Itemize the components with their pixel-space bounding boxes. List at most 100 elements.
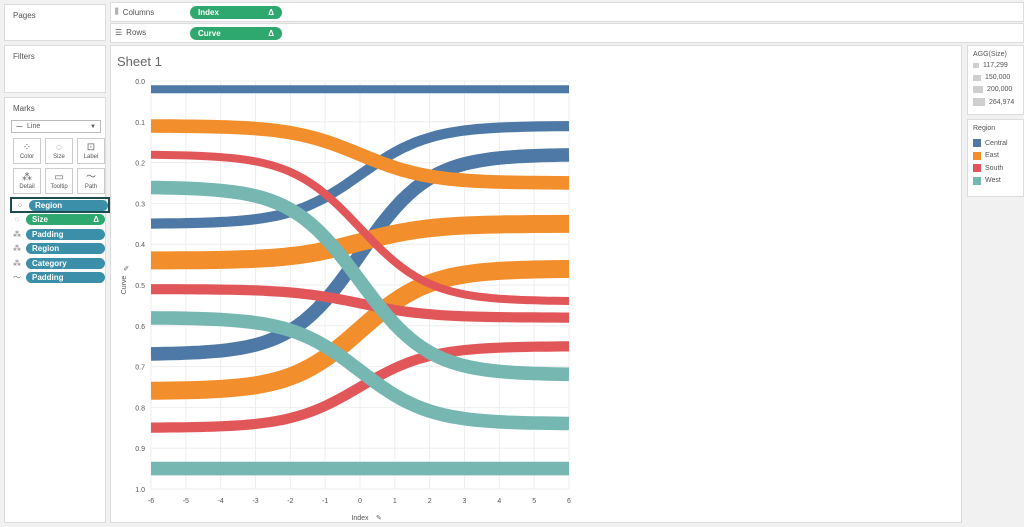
rows-label: Rows (126, 28, 147, 37)
color-legend-item-west[interactable]: West (973, 176, 1001, 185)
y-tick-label: 0.6 (135, 324, 145, 331)
mark-type-dropdown[interactable]: ⁓ Line ▼ (11, 120, 101, 133)
size-swatch (973, 63, 979, 68)
size-legend-item[interactable]: 117,299 (973, 62, 1008, 69)
field-pill[interactable]: Size Δ (26, 214, 105, 225)
color-mark-button[interactable]: ⁘ Color (13, 138, 41, 164)
size-legend-item[interactable]: 200,000 (973, 86, 1012, 93)
x-axis-label: Index (351, 515, 369, 522)
y-axis-label: Curve (121, 276, 128, 295)
mark-button-label: Color (19, 154, 35, 160)
marks-card[interactable]: Marks ⁓ Line ▼ ⁘ Color ◌ Size ⊡ Label ⁂ Detail ▭… (4, 97, 110, 523)
color-legend-label: East (985, 152, 1000, 159)
color-legend-item-south[interactable]: South (973, 164, 1003, 172)
size-legend-item[interactable]: 150,000 (973, 74, 1010, 81)
x-tick-label: -4 (218, 498, 224, 505)
field-pill-label: Category (32, 258, 67, 268)
mark-button-label: Detail (19, 184, 35, 190)
worksheet[interactable]: -6 -5 -4 -3 -2 -1 0 1 2 3 4 5 6 0.0 0.1 0.2 0.3 0.4 0.5 0.6… (110, 45, 962, 523)
pages-panel[interactable]: Pages (4, 4, 106, 41)
size-swatch (973, 98, 985, 106)
x-tick-label: -1 (322, 498, 328, 505)
delta-icon: Δ (268, 29, 274, 38)
mark-button-label: Tooltip (50, 184, 68, 190)
pages-title: Pages (13, 11, 36, 20)
size-mark-button[interactable]: ◌ Size (45, 138, 73, 164)
tooltip-mark-button[interactable]: ▭ Tooltip (45, 168, 73, 194)
size-legend-label: 117,299 (983, 62, 1008, 69)
y-tick-label: 0.0 (135, 79, 145, 86)
chevron-down-icon: ▼ (90, 123, 96, 130)
y-tick-label: 0.5 (135, 283, 145, 290)
columns-icon: ⫼ (115, 7, 119, 16)
color-legend-item-east[interactable]: East (973, 151, 1000, 160)
y-tick-label: 1.0 (135, 487, 145, 494)
path-icon: 〜 (86, 172, 96, 183)
x-tick-label: -2 (287, 498, 293, 505)
delta-icon: Δ (268, 8, 274, 17)
mark-field-detail-category[interactable]: ⁂ Category (11, 257, 105, 269)
size-swatch (973, 86, 983, 93)
x-tick-label: 2 (428, 498, 432, 505)
filters-title: Filters (13, 52, 35, 61)
y-tick-label: 0.4 (135, 242, 145, 249)
y-tick-label: 0.8 (135, 405, 145, 412)
color-legend-label: South (985, 164, 1004, 172)
x-tick-label: -3 (252, 498, 258, 505)
mark-button-label: Path (84, 184, 98, 190)
x-tick-label: 4 (497, 498, 501, 505)
mark-field-detail-region[interactable]: ⁂ Region (11, 243, 105, 255)
color-swatch (973, 176, 981, 185)
size-legend[interactable]: AGG(Size) 117,299 150,000 200,000 264,974 (967, 45, 1024, 115)
mark-button-label: Size (53, 154, 65, 160)
size-swatch (973, 74, 981, 81)
color-legend-item-central[interactable]: Central (973, 139, 1008, 147)
line-mark-icon: ⁓ (16, 123, 23, 131)
rows-pill-curve[interactable]: Curve Δ (190, 27, 282, 40)
columns-pill-index[interactable]: Index Δ (190, 6, 282, 19)
filters-panel[interactable]: Filters (4, 45, 106, 93)
size-legend-label: 200,000 (987, 86, 1013, 93)
size-legend-label: 264,974 (989, 98, 1015, 106)
path-mark-button[interactable]: 〜 Path (77, 168, 105, 194)
mark-field-detail-padding[interactable]: ⁂ Padding (11, 228, 105, 240)
rows-shelf[interactable]: ☰ Rows Curve Δ (110, 23, 1024, 43)
field-pill[interactable]: Region (26, 243, 105, 254)
columns-shelf[interactable]: ⫼ Columns Index Δ (110, 2, 1024, 22)
detail-icon: ⁂ (13, 244, 21, 253)
mark-field-path-padding[interactable]: 〜 Padding (11, 272, 105, 284)
color-icon: ⁘ (22, 142, 32, 153)
x-tick-label: 0 (358, 498, 362, 505)
mark-field-size-size[interactable]: ◌ Size Δ (11, 214, 105, 226)
field-pill[interactable]: Category (26, 257, 105, 269)
color-legend-title: Region (973, 125, 996, 132)
x-tick-label: -6 (148, 498, 154, 505)
size-legend-item[interactable]: 264,974 (973, 98, 1014, 106)
field-pill-label: Region (32, 244, 60, 253)
columns-label: Columns (122, 7, 155, 17)
size-legend-label: 150,000 (985, 74, 1011, 81)
pin-icon: ✎ (376, 514, 382, 522)
label-icon: ⊡ (86, 142, 96, 153)
size-icon: ◌ (14, 215, 20, 224)
field-pill-label: Size (32, 215, 49, 224)
field-pill[interactable]: Padding (26, 228, 105, 240)
sheet-title: Sheet 1 (117, 54, 162, 69)
color-legend-label: West (985, 177, 1001, 184)
detail-mark-button[interactable]: ⁂ Detail (13, 168, 41, 194)
color-legend[interactable]: Region Central East South West (967, 119, 1024, 197)
label-mark-button[interactable]: ⊡ Label (77, 138, 105, 164)
color-swatch (973, 139, 981, 147)
field-pill-label: Padding (32, 229, 64, 239)
field-pill[interactable]: Padding (26, 272, 105, 283)
color-legend-label: Central (985, 139, 1008, 147)
y-tick-label: 0.9 (135, 446, 145, 453)
size-icon: ◌ (56, 142, 62, 153)
x-tick-label: 5 (532, 498, 536, 505)
mark-field-color-region[interactable]: ⁘ Region (10, 197, 110, 213)
field-pill[interactable]: Region (29, 199, 108, 211)
color-swatch (973, 164, 981, 172)
y-tick-label: 0.7 (135, 365, 145, 372)
path-icon: 〜 (13, 273, 21, 282)
sankey-chart[interactable]: -6 -5 -4 -3 -2 -1 0 1 2 3 4 5 6 0.0 0.1 0.2 0.3 0.4 0.5 0.6… (111, 46, 963, 524)
